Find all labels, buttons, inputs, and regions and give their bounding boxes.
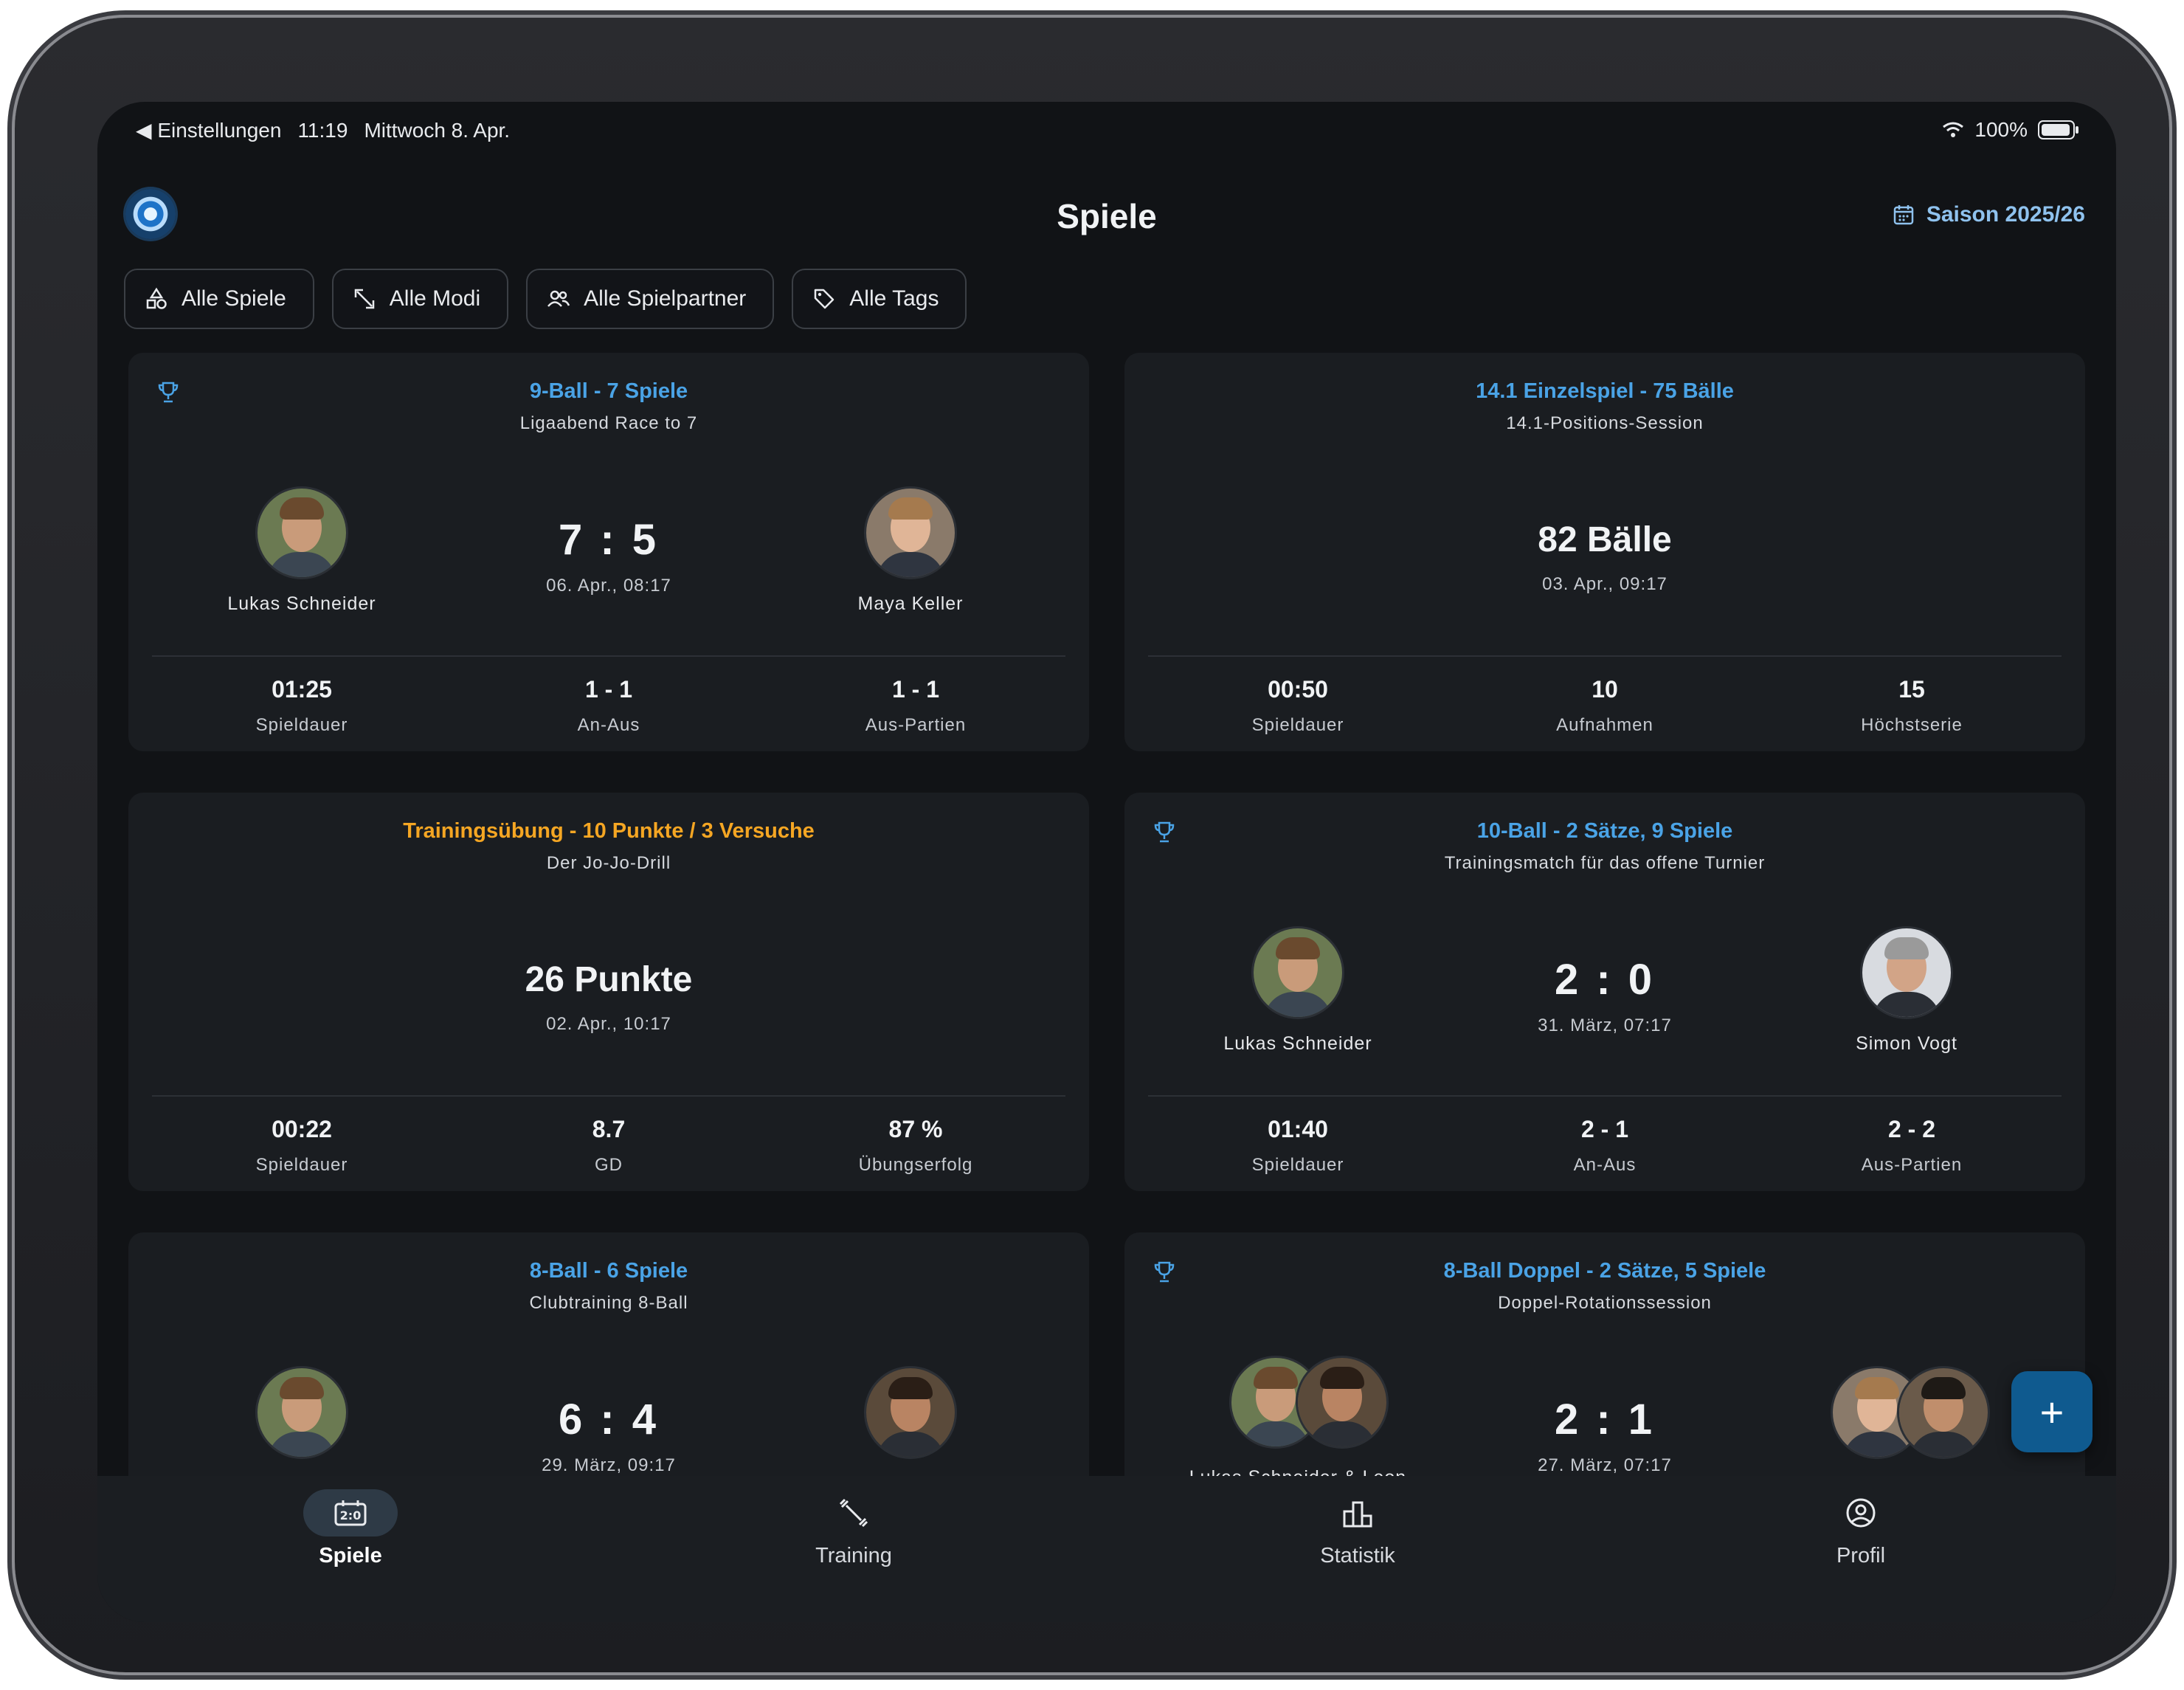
shapes-icon — [146, 287, 167, 309]
game-result: 82 Bälle — [1538, 520, 1672, 559]
add-game-button[interactable]: + — [2011, 1371, 2093, 1452]
game-title: 14.1 Einzelspiel - 75 Bälle — [1476, 379, 1734, 403]
game-date: 02. Apr., 10:17 — [546, 1014, 671, 1034]
status-bar: ◀ Einstellungen 11:19 Mittwoch 8. Apr. 1… — [97, 102, 2116, 158]
dumbbell-icon — [839, 1498, 868, 1528]
game-title: 8-Ball Doppel - 2 Sätze, 5 Spiele — [1443, 1259, 1766, 1283]
divider — [152, 1095, 1065, 1097]
stat-innings: 10 Aufnahmen — [1556, 676, 1653, 735]
app-screen: ◀ Einstellungen 11:19 Mittwoch 8. Apr. 1… — [97, 102, 2116, 1622]
avatar — [866, 489, 955, 577]
game-subtitle: 14.1-Positions-Session — [1506, 413, 1704, 433]
player-name: Lukas Schneider — [227, 593, 376, 614]
avatar — [1899, 1368, 1988, 1457]
game-subtitle: Ligaabend Race to 7 — [519, 413, 698, 433]
battery-icon — [2038, 120, 2078, 139]
season-label: Saison 2025/26 — [1926, 202, 2085, 227]
player-right — [756, 1368, 1065, 1473]
stat-success: 87 % Übungserfolg — [858, 1116, 973, 1175]
player-name: Maya Keller — [857, 593, 964, 614]
stat-break: 1 - 1 An-Aus — [577, 676, 640, 735]
game-subtitle: Trainingsmatch für das offene Turnier — [1444, 853, 1766, 873]
game-title: 8-Ball - 6 Spiele — [529, 1259, 688, 1283]
game-card-training[interactable]: Trainingsübung - 10 Punkte / 3 Versuche … — [128, 793, 1089, 1191]
tab-spiele[interactable]: 2:0 Spiele — [203, 1489, 498, 1568]
scoreboard-icon: 2:0 — [334, 1500, 367, 1526]
game-subtitle: Clubtraining 8-Ball — [529, 1293, 688, 1313]
game-card-10ball[interactable]: 10-Ball - 2 Sätze, 9 Spiele Trainingsmat… — [1124, 793, 2085, 1191]
tab-label: Spiele — [319, 1544, 382, 1567]
stat-gd: 8.7 GD — [592, 1116, 626, 1175]
filter-all-modes[interactable]: Alle Modi — [331, 269, 509, 329]
stat-duration: 01:25 Spieldauer — [255, 676, 348, 735]
game-card-9ball[interactable]: 9-Ball - 7 Spiele Ligaabend Race to 7 Lu… — [128, 353, 1089, 751]
season-selector[interactable]: Saison 2025/26 — [1893, 202, 2085, 227]
battery-percent: 100% — [1974, 118, 2028, 141]
tab-profil[interactable]: Profil — [1713, 1489, 2008, 1568]
stat-high-run: 15 Höchstserie — [1861, 676, 1963, 735]
avatar — [866, 1368, 955, 1457]
game-date: 03. Apr., 09:17 — [1542, 574, 1668, 594]
svg-text:2:0: 2:0 — [340, 1508, 362, 1522]
player-right: Simon Vogt — [1752, 928, 2062, 1055]
tab-training[interactable]: Training — [706, 1489, 1001, 1568]
game-title: 9-Ball - 7 Spiele — [529, 379, 688, 403]
game-title: 10-Ball - 2 Sätze, 9 Spiele — [1476, 819, 1733, 843]
stat-run-outs: 2 - 2 Aus-Partien — [1861, 1116, 1963, 1175]
calendar-icon — [1893, 205, 1914, 225]
status-time: 11:19 — [297, 118, 348, 142]
player-name: Lukas Schneider — [1223, 1033, 1372, 1054]
divider — [1148, 655, 2062, 657]
podium-icon — [1343, 1501, 1372, 1528]
stat-break: 2 - 1 An-Aus — [1573, 1116, 1637, 1175]
divider — [152, 655, 1065, 657]
stat-duration: 00:22 Spieldauer — [255, 1116, 348, 1175]
users-icon — [547, 290, 570, 307]
filter-bar: Alle Spiele Alle Modi Alle Spielpartner — [124, 269, 967, 329]
stat-duration: 00:50 Spieldauer — [1251, 676, 1344, 735]
game-card-14-1[interactable]: 14.1 Einzelspiel - 75 Bälle 14.1-Positio… — [1124, 353, 2085, 751]
filter-all-games[interactable]: Alle Spiele — [124, 269, 314, 329]
plus-icon: + — [2039, 1388, 2064, 1435]
filter-all-tags[interactable]: Alle Tags — [792, 269, 967, 329]
filter-all-games-label: Alle Spiele — [182, 286, 286, 311]
filter-all-partners[interactable]: Alle Spielpartner — [526, 269, 775, 329]
filter-all-partners-label: Alle Spielpartner — [584, 286, 747, 311]
tab-label: Profil — [1836, 1544, 1886, 1567]
wifi-icon — [1943, 122, 1964, 137]
tablet-frame: ◀ Einstellungen 11:19 Mittwoch 8. Apr. 1… — [15, 18, 2169, 1672]
arrows-icon — [354, 289, 375, 309]
avatar — [1862, 928, 1951, 1017]
game-title: Trainingsübung - 10 Punkte / 3 Versuche — [403, 819, 815, 843]
stat-duration: 01:40 Spieldauer — [1251, 1116, 1344, 1175]
stat-run-outs: 1 - 1 Aus-Partien — [865, 676, 967, 735]
back-to-settings-link[interactable]: ◀ Einstellungen — [136, 118, 281, 142]
tab-label: Statistik — [1320, 1544, 1395, 1567]
tab-bar: 2:0 Spiele Training Statistik Profil — [97, 1476, 2116, 1622]
game-subtitle: Der Jo-Jo-Drill — [546, 853, 671, 873]
filter-all-modes-label: Alle Modi — [389, 286, 481, 311]
game-result: 26 Punkte — [525, 960, 693, 999]
status-date: Mittwoch 8. Apr. — [364, 118, 511, 142]
divider — [1148, 1095, 2062, 1097]
page-title: Spiele — [1057, 197, 1157, 235]
player-right: Maya Keller — [756, 489, 1065, 615]
player-name: Simon Vogt — [1856, 1033, 1957, 1054]
top-bar: Spiele Saison 2025/26 — [97, 173, 2116, 254]
tag-icon — [815, 289, 834, 309]
filter-all-tags-label: Alle Tags — [849, 286, 939, 311]
tab-label: Training — [815, 1544, 892, 1567]
game-subtitle: Doppel-Rotationssession — [1498, 1293, 1712, 1313]
person-circle-icon — [1846, 1498, 1876, 1528]
tab-statistik[interactable]: Statistik — [1210, 1489, 1505, 1568]
